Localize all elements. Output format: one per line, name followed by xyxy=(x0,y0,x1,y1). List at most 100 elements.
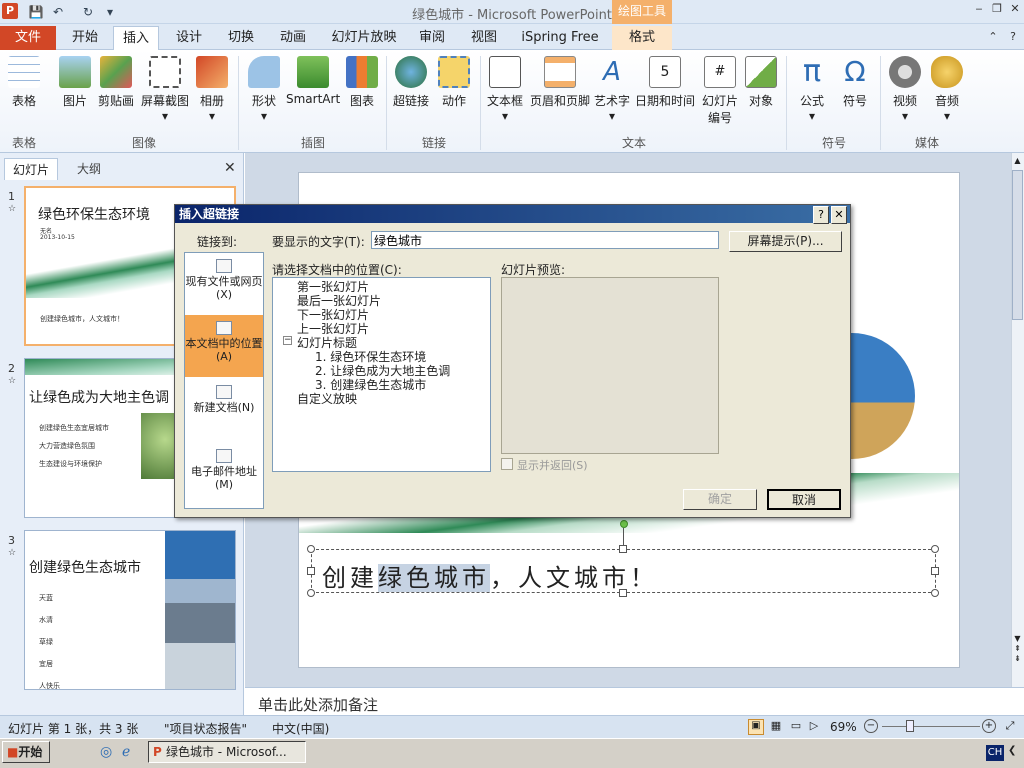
star-icon: ☆ xyxy=(8,548,17,558)
resize-handle[interactable] xyxy=(619,545,627,553)
start-button[interactable]: ■开始 xyxy=(2,741,50,763)
zoom-in-icon[interactable]: + xyxy=(982,719,996,733)
scroll-up-icon[interactable]: ▲ xyxy=(1012,156,1023,166)
tree-item-slide-3[interactable]: 3. 创建绿色生态城市 xyxy=(315,378,426,392)
restore-icon[interactable]: ❐ xyxy=(990,2,1004,16)
smartart-button[interactable]: SmartArt xyxy=(286,56,340,126)
close-icon[interactable]: ✕ xyxy=(1008,2,1022,16)
taskbar-window-button[interactable]: P 绿色城市 - Microsof... xyxy=(148,741,306,763)
audio-button[interactable]: 音频 ▾ xyxy=(928,56,966,126)
table-button[interactable]: 表格 xyxy=(4,56,44,126)
zoom-out-icon[interactable]: − xyxy=(864,719,878,733)
screen-tip-button[interactable]: 屏幕提示(P)... xyxy=(729,231,842,252)
link-place-in-document[interactable]: 本文档中的位置(A) xyxy=(185,315,263,377)
normal-view-icon[interactable]: ▣ xyxy=(748,719,764,735)
zoom-slider-thumb[interactable] xyxy=(906,720,914,732)
show-return-checkbox[interactable] xyxy=(501,458,513,470)
picture-button[interactable]: 图片 xyxy=(58,56,92,126)
rotate-handle[interactable] xyxy=(620,520,628,528)
tree-item-slide-titles[interactable]: 幻灯片标题 xyxy=(297,336,357,350)
link-new-document[interactable]: 新建文档(N) xyxy=(185,379,263,441)
scroll-thumb[interactable] xyxy=(1012,170,1023,320)
link-existing-file[interactable]: 现有文件或网页(X) xyxy=(185,253,263,315)
symbol-button[interactable]: Ω 符号 xyxy=(836,56,874,126)
tab-transitions[interactable]: 切换 xyxy=(218,26,264,50)
minimize-icon[interactable]: ‒ xyxy=(972,2,986,16)
resize-handle[interactable] xyxy=(307,545,315,553)
theme-name[interactable]: "项目状态报告" xyxy=(164,720,247,737)
tab-design[interactable]: 设计 xyxy=(166,26,212,50)
tree-item-custom-shows[interactable]: 自定义放映 xyxy=(297,392,357,406)
ie-icon[interactable]: ℯ xyxy=(122,744,130,760)
tab-slides[interactable]: 幻灯片 xyxy=(4,158,58,180)
video-button[interactable]: 视频 ▾ xyxy=(884,56,926,126)
hyperlink-button[interactable]: 超链接 xyxy=(390,56,432,126)
tab-view[interactable]: 视图 xyxy=(464,26,504,50)
chevron-down-icon: ▾ xyxy=(808,109,816,123)
slideshow-view-icon[interactable]: ▷ xyxy=(806,719,822,735)
slide-number-button[interactable]: # 幻灯片编号 xyxy=(698,56,742,126)
chart-button[interactable]: 图表 xyxy=(344,56,380,126)
help-icon[interactable]: ? xyxy=(1006,30,1020,44)
close-icon[interactable]: ✕ xyxy=(224,160,236,176)
screenshot-button[interactable]: 屏幕截图 ▾ xyxy=(140,56,190,126)
tree-item-slide-1[interactable]: 1. 绿色环保生态环境 xyxy=(315,350,426,364)
ok-button[interactable]: 确定 xyxy=(683,489,757,510)
slide-sorter-icon[interactable]: ▦ xyxy=(768,719,784,735)
tab-slideshow[interactable]: 幻灯片放映 xyxy=(328,26,400,50)
object-button[interactable]: 对象 xyxy=(744,56,778,126)
zoom-level[interactable]: 69% xyxy=(830,720,857,734)
tree-collapse-icon[interactable]: − xyxy=(283,336,292,345)
resize-handle[interactable] xyxy=(931,567,939,575)
photo-album-button[interactable]: 相册 ▾ xyxy=(194,56,230,126)
resize-handle[interactable] xyxy=(307,589,315,597)
resize-handle[interactable] xyxy=(931,545,939,553)
group-label-table: 表格 xyxy=(11,136,36,150)
tree-item-last-slide[interactable]: 最后一张幻灯片 xyxy=(297,294,381,308)
slide-subtitle-text[interactable]: 创建绿色城市，人文城市！ xyxy=(322,558,658,593)
slide-thumbnail[interactable]: 创建绿色生态城市 天蓝 水清 草绿 宜居 人快乐 xyxy=(24,530,236,690)
ime-indicator[interactable]: CH xyxy=(986,745,1004,761)
reading-view-icon[interactable]: ▭ xyxy=(788,719,804,735)
tree-item-slide-2[interactable]: 2. 让绿色成为大地主色调 xyxy=(315,364,450,378)
tab-home[interactable]: 开始 xyxy=(62,26,108,50)
slide-number-icon: # xyxy=(704,56,736,88)
tab-ispring[interactable]: iSpring Free xyxy=(518,26,602,50)
object-icon xyxy=(745,56,777,88)
fit-to-window-icon[interactable]: ⤢ xyxy=(1002,719,1018,735)
shapes-button[interactable]: 形状 ▾ xyxy=(246,56,282,126)
action-button[interactable]: 动作 xyxy=(436,56,472,126)
explorer-icon[interactable]: ◎ xyxy=(100,744,112,760)
equation-button[interactable]: π 公式 ▾ xyxy=(792,56,832,126)
slide-number: 2 xyxy=(8,362,15,375)
dialog-close-icon[interactable]: ✕ xyxy=(831,206,847,224)
zoom-slider[interactable] xyxy=(882,726,980,727)
tab-outline[interactable]: 大纲 xyxy=(60,158,118,180)
tree-item-next-slide[interactable]: 下一张幻灯片 xyxy=(297,308,369,322)
wordart-button[interactable]: A 艺术字 ▾ xyxy=(592,56,632,126)
tab-animations[interactable]: 动画 xyxy=(270,26,316,50)
link-email-address[interactable]: 电子邮件地址(M) xyxy=(185,443,263,505)
dialog-help-icon[interactable]: ? xyxy=(813,206,829,224)
tab-file[interactable]: 文件 xyxy=(0,26,56,50)
language-indicator[interactable]: 中文(中国) xyxy=(272,720,329,737)
ribbon-minimize-icon[interactable]: ⌃ xyxy=(986,30,1000,44)
scroll-down-icon[interactable]: ▼ ⇞ ⇟ xyxy=(1012,634,1023,674)
clipart-button[interactable]: 剪贴画 xyxy=(96,56,136,126)
date-time-button[interactable]: 5 日期和时间 xyxy=(634,56,696,126)
resize-handle[interactable] xyxy=(931,589,939,597)
tree-item-first-slide[interactable]: 第一张幻灯片 xyxy=(297,280,369,294)
tab-format[interactable]: 格式 xyxy=(612,26,672,50)
display-text-input[interactable] xyxy=(371,231,719,249)
chevron-down-icon: ▾ xyxy=(260,109,268,123)
group-separator xyxy=(786,56,787,150)
header-footer-button[interactable]: 页眉和页脚 xyxy=(528,56,592,126)
screenshot-icon xyxy=(149,56,181,88)
resize-handle[interactable] xyxy=(307,567,315,575)
tab-insert[interactable]: 插入 xyxy=(113,26,159,50)
cancel-button[interactable]: 取消 xyxy=(767,489,841,510)
tray-expand-icon[interactable]: ❮ xyxy=(1008,745,1016,756)
tab-review[interactable]: 审阅 xyxy=(412,26,452,50)
tree-item-previous-slide[interactable]: 上一张幻灯片 xyxy=(297,322,369,336)
textbox-button[interactable]: 文本框 ▾ xyxy=(484,56,526,126)
